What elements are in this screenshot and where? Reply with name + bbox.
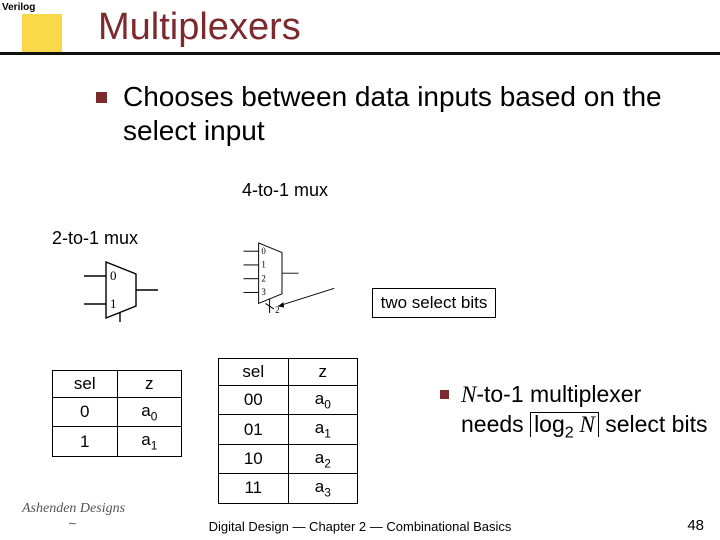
- title-underline: [0, 52, 720, 55]
- mux4-in3: 3: [261, 287, 266, 297]
- th-sel: sel: [53, 371, 118, 398]
- th-z: z: [288, 359, 357, 386]
- slide-title: Multiplexers: [98, 6, 301, 49]
- table-row: 00 a0: [219, 386, 358, 415]
- th-z: z: [117, 371, 181, 398]
- mux4-sel-width: 2: [275, 305, 279, 315]
- mux4-diagram: 0 1 2 3 2: [238, 228, 348, 328]
- th-sel: sel: [219, 359, 289, 386]
- table-row: 11 a3: [219, 474, 358, 503]
- bullet-icon: [96, 92, 107, 103]
- table-4to1: sel z 00 a0 01 a1 10 a2 11 a3: [218, 358, 358, 504]
- mux2-in0: 0: [110, 268, 117, 283]
- corner-tag: Verilog: [2, 2, 35, 13]
- main-bullet: Chooses between data inputs based on the…: [96, 80, 700, 147]
- footer-text: Digital Design — Chapter 2 — Combination…: [0, 519, 720, 534]
- label-4to1: 4-to-1 mux: [242, 180, 328, 201]
- table-row: 1 a1: [53, 427, 182, 456]
- table-row: 01 a1: [219, 415, 358, 444]
- accent-bar: [22, 14, 62, 52]
- table-row: 0 a0: [53, 398, 182, 427]
- mux2-in1: 1: [110, 296, 117, 311]
- table-row: sel z: [219, 359, 358, 386]
- mux4-in1: 1: [261, 260, 265, 270]
- table-row: sel z: [53, 371, 182, 398]
- right-bullet: N-to-1 multiplexer needs log2 N select b…: [440, 380, 710, 439]
- mux4-in0: 0: [261, 246, 266, 256]
- page-number: 48: [687, 517, 704, 534]
- label-2to1: 2-to-1 mux: [52, 228, 138, 249]
- two-select-bits-box: two select bits: [372, 288, 496, 318]
- table-row: 10 a2: [219, 444, 358, 473]
- main-bullet-text: Chooses between data inputs based on the…: [123, 80, 700, 147]
- table-2to1: sel z 0 a0 1 a1: [52, 370, 182, 457]
- bullet-icon: [440, 390, 449, 399]
- mux4-in2: 2: [261, 273, 265, 283]
- right-bullet-text: N-to-1 multiplexer needs log2 N select b…: [461, 380, 710, 439]
- slide: Verilog Multiplexers Chooses between dat…: [0, 0, 720, 540]
- mux2-diagram: 0 1: [76, 258, 166, 322]
